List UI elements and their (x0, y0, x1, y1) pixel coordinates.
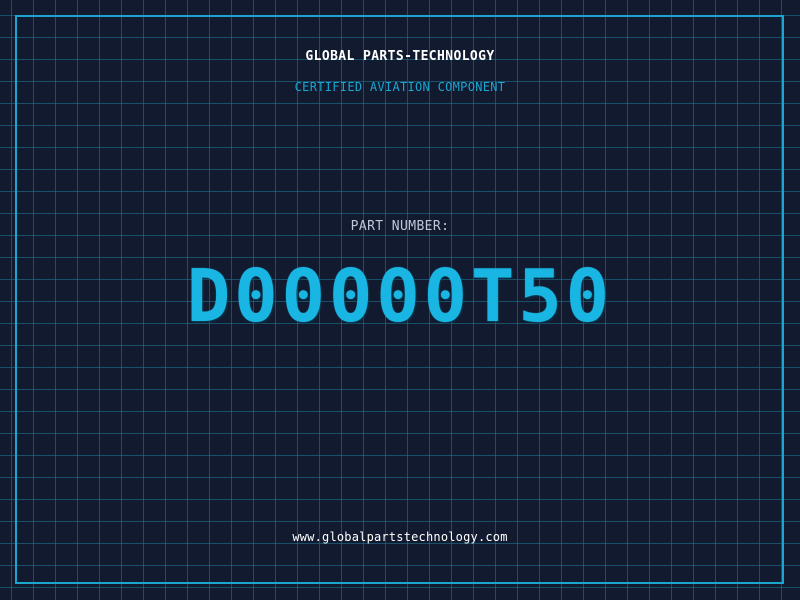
company-name: GLOBAL PARTS-TECHNOLOGY (305, 49, 495, 64)
company-website: www.globalpartstechnology.com (292, 530, 508, 544)
part-number-value: D00000T50 (186, 254, 614, 338)
certification-subtitle: CERTIFIED AVIATION COMPONENT (294, 80, 506, 94)
part-certificate-page: GLOBAL PARTS-TECHNOLOGY CERTIFIED AVIATI… (0, 0, 800, 600)
part-number-label: PART NUMBER: (350, 219, 450, 234)
